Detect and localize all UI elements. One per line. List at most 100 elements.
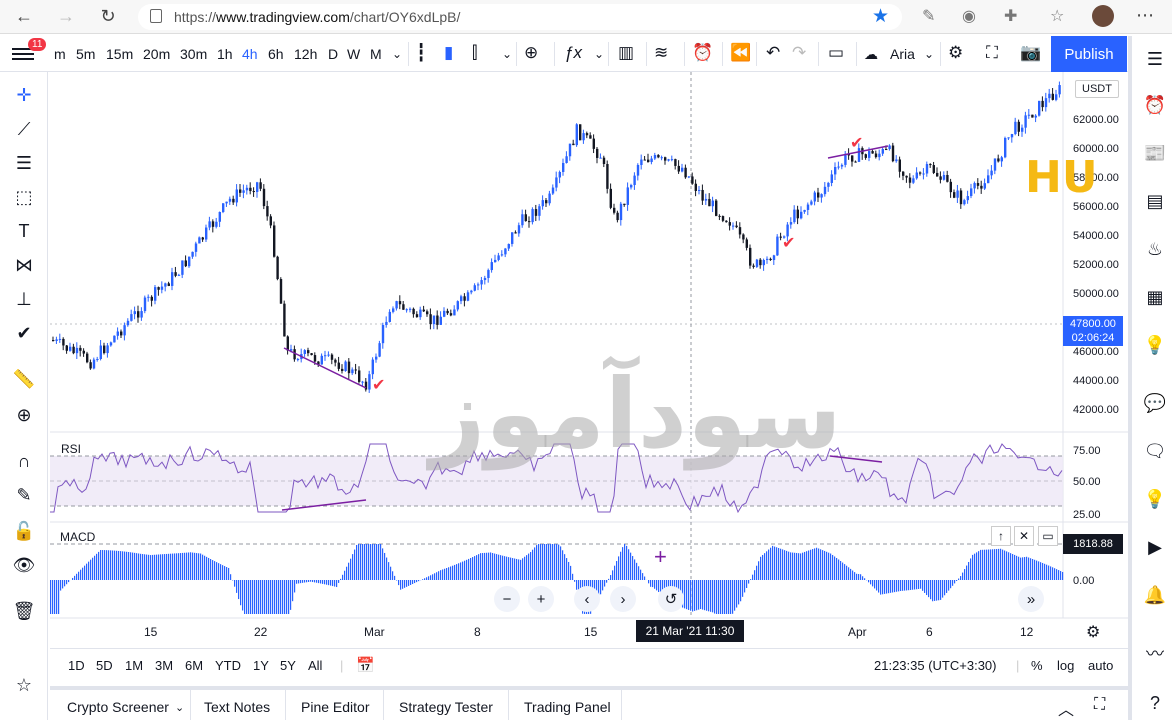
range-all[interactable]: All	[308, 658, 322, 673]
trend-icon[interactable]: 〰	[1142, 640, 1168, 666]
settings-gear-icon[interactable]: ⚙	[948, 43, 963, 63]
chat-icon[interactable]: 💬	[1142, 390, 1168, 416]
axis-settings-gear-icon[interactable]: ⚙	[1086, 622, 1100, 642]
interval-1h[interactable]: 1h	[217, 46, 233, 62]
interval-5m[interactable]: 5m	[76, 46, 95, 62]
scroll-left-icon[interactable]: ‹	[574, 586, 600, 612]
interval-w[interactable]: W	[347, 46, 360, 62]
chevron-down-icon[interactable]: ⌄	[392, 47, 402, 61]
reset-chart-icon[interactable]: ↺	[658, 586, 684, 612]
avatar[interactable]	[1092, 5, 1114, 27]
tab-text-notes[interactable]: Text Notes	[204, 699, 270, 715]
range-1d[interactable]: 1D	[68, 658, 85, 673]
replay-icon[interactable]: ⏪	[730, 43, 751, 63]
currency-tag[interactable]: USDT	[1075, 80, 1119, 98]
play-icon[interactable]: ▶	[1142, 534, 1168, 560]
camera-icon[interactable]: 📷	[1020, 43, 1041, 63]
magnet-icon[interactable]: ∩	[11, 448, 37, 474]
interval-20m[interactable]: 20m	[143, 46, 170, 62]
interval-m[interactable]: m	[54, 46, 66, 62]
shapes-icon[interactable]: ⬚	[11, 184, 37, 210]
fib-icon[interactable]: ☰	[11, 150, 37, 176]
extension-circle-icon[interactable]: ◉	[962, 6, 976, 26]
data-window-icon[interactable]: ▤	[1142, 188, 1168, 214]
back-icon[interactable]: ←	[4, 0, 44, 34]
chevron-down-icon[interactable]: ⌄	[175, 701, 184, 714]
scroll-to-latest-icon[interactable]: »	[1018, 586, 1044, 612]
interval-m-month[interactable]: M	[370, 46, 382, 62]
move-up-icon[interactable]: ↑	[991, 526, 1011, 546]
trendline-icon[interactable]: ⟋	[11, 116, 37, 142]
tab-pine-editor[interactable]: Pine Editor	[301, 699, 369, 715]
tab-trading-panel[interactable]: Trading Panel	[524, 699, 611, 715]
tab-crypto-screener[interactable]: Crypto Screener	[67, 699, 169, 715]
crosshair-icon[interactable]: ✛	[11, 82, 37, 108]
range-5y[interactable]: 5Y	[280, 658, 296, 673]
interval-6h[interactable]: 6h	[268, 46, 284, 62]
time-axis[interactable]: 15 22 Mar 8 15 Apr 6 12	[144, 625, 1034, 639]
chats-icon[interactable]: 🗨	[1142, 438, 1168, 464]
auto-toggle[interactable]: auto	[1088, 658, 1113, 673]
lock-icon[interactable]: 🔓	[11, 518, 37, 544]
percent-toggle[interactable]: %	[1031, 658, 1043, 673]
maximize-pane-icon[interactable]: ▭	[1038, 526, 1058, 546]
undo-icon[interactable]: ↶	[766, 43, 780, 63]
maximize-panel-icon[interactable]: ⛶	[1094, 696, 1105, 714]
clock-timezone[interactable]: 21:23:35 (UTC+3:30)	[874, 658, 996, 673]
trash-icon[interactable]: 🗑	[11, 598, 37, 624]
interval-15m[interactable]: 15m	[106, 46, 133, 62]
fullscreen-icon[interactable]: ⛶	[986, 43, 998, 63]
watchlist-icon[interactable]: ☰	[1142, 46, 1168, 72]
forward-icon[interactable]: →	[46, 0, 86, 34]
redo-icon[interactable]: ↷	[792, 43, 806, 63]
news-icon[interactable]: 📰	[1142, 140, 1168, 166]
more-menu-icon[interactable]: ⋯	[1136, 5, 1154, 26]
patterns-icon[interactable]: ⋈	[11, 252, 37, 278]
chevron-down-icon[interactable]: ⌄	[594, 47, 604, 61]
ideas-bulb-icon[interactable]: 💡	[1142, 332, 1168, 358]
zoom-in-icon[interactable]: +	[528, 586, 554, 612]
indicators-icon[interactable]: ƒx	[564, 43, 582, 63]
favorites-icon[interactable]: ☆	[1050, 6, 1064, 26]
log-toggle[interactable]: log	[1057, 658, 1074, 673]
chevron-down-icon[interactable]: ⌄	[924, 47, 934, 61]
eye-icon[interactable]: 👁	[11, 552, 37, 578]
templates-icon[interactable]: ≋	[654, 43, 668, 63]
interval-4h[interactable]: 4h	[242, 46, 258, 62]
financials-icon[interactable]: ▥	[618, 43, 634, 63]
puzzle-icon[interactable]: ✚	[1004, 6, 1017, 26]
address-bar[interactable]: https://www.tradingview.com/chart/OY6xdL…	[138, 4, 902, 30]
collapse-panel-icon[interactable]: ︿	[1058, 696, 1074, 720]
hotlist-icon[interactable]: ♨	[1142, 236, 1168, 262]
streams-icon[interactable]: 💡	[1142, 486, 1168, 512]
help-icon[interactable]: ?	[1142, 690, 1168, 716]
range-1m[interactable]: 1M	[125, 658, 143, 673]
reload-icon[interactable]: ↻	[88, 0, 128, 34]
range-3m[interactable]: 3M	[155, 658, 173, 673]
chevron-down-icon[interactable]: ⌄	[502, 47, 512, 61]
ruler-icon[interactable]: 📏	[11, 366, 37, 392]
draw-lock-icon[interactable]: ✎	[11, 482, 37, 508]
range-1y[interactable]: 1Y	[253, 658, 269, 673]
font-select[interactable]: Aria	[890, 46, 915, 62]
rsi-title[interactable]: RSI	[61, 442, 81, 456]
pen-icon[interactable]: ✎	[922, 6, 935, 26]
interval-d[interactable]: D	[328, 46, 338, 62]
interval-12h[interactable]: 12h	[294, 46, 317, 62]
bar-style-icon[interactable]: ┇	[416, 43, 426, 63]
chart-type-icon[interactable]: ⫿	[472, 43, 477, 63]
bookmark-star-icon[interactable]: ★	[872, 5, 889, 28]
text-icon[interactable]: T	[11, 218, 37, 244]
range-6m[interactable]: 6M	[185, 658, 203, 673]
checkmark-icon[interactable]: ✔	[11, 320, 37, 346]
macd-title[interactable]: MACD	[60, 530, 95, 544]
goto-date-icon[interactable]: 📅	[356, 656, 375, 674]
cloud-icon[interactable]: ☁	[864, 46, 878, 63]
zoom-in-icon[interactable]: ⊕	[11, 402, 37, 428]
close-pane-icon[interactable]: ✕	[1014, 526, 1034, 546]
compare-plus-icon[interactable]: ⊕	[524, 43, 538, 63]
alert-clock-icon[interactable]: ⏰	[692, 43, 713, 63]
notifications-bell-icon[interactable]: 🔔	[1142, 582, 1168, 608]
scroll-right-icon[interactable]: ›	[610, 586, 636, 612]
publish-button[interactable]: Publish	[1051, 36, 1127, 72]
